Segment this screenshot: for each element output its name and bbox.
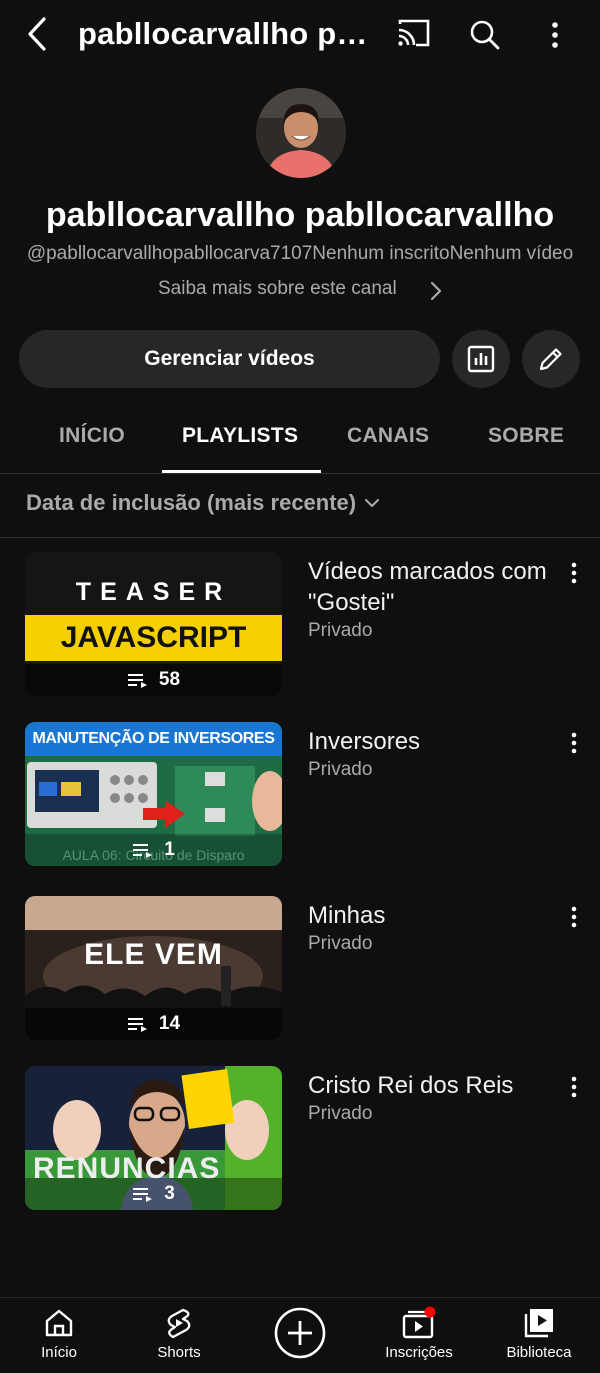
playlist-title[interactable]: Vídeos marcados com "Gostei" [308, 556, 548, 618]
more-vertical-icon[interactable] [565, 558, 583, 588]
playlist-item[interactable]: TEASER JAVASCRIPT 58 Vídeos marcados com… [0, 552, 600, 698]
subscriptions-icon [402, 1306, 436, 1339]
privacy-label: Privado [308, 759, 373, 780]
tab-canais[interactable]: CANAIS [347, 424, 429, 448]
nav-label: Início [41, 1344, 77, 1361]
search-icon[interactable] [466, 16, 504, 54]
edit-channel-button[interactable] [522, 330, 580, 388]
chevron-down-icon [365, 499, 380, 507]
sort-dropdown[interactable]: Data de inclusão (mais recente) [26, 490, 380, 516]
video-count-overlay: 3 [25, 1178, 282, 1210]
channel-meta: @pabllocarvallhopabllocarva7107Nenhum in… [26, 243, 574, 264]
playlist-icon [127, 674, 147, 688]
add-icon [274, 1307, 326, 1359]
pencil-icon [539, 348, 562, 371]
nav-label: Inscrições [385, 1344, 453, 1361]
more-vertical-icon[interactable] [565, 1072, 583, 1102]
thumbnail-text: MANUTENÇÃO DE INVERSORES [25, 722, 282, 756]
more-vertical-icon[interactable] [540, 16, 570, 54]
playlist-item[interactable]: ELE VEM 14 Minhas Privado [0, 896, 600, 1042]
video-count-overlay: 58 [25, 664, 282, 696]
analytics-icon [467, 345, 495, 373]
tab-sobre[interactable]: SOBRE [488, 424, 564, 448]
chevron-right-icon [430, 281, 442, 301]
divider [0, 537, 600, 538]
thumbnail-text: TEASER [75, 578, 232, 606]
active-tab-indicator [162, 470, 321, 473]
analytics-button[interactable] [452, 330, 510, 388]
nav-label: Shorts [157, 1344, 201, 1361]
playlist-icon [133, 1188, 153, 1202]
nav-label: Biblioteca [506, 1344, 572, 1361]
video-count: 14 [158, 1013, 181, 1034]
video-count: 3 [164, 1183, 175, 1204]
privacy-label: Privado [308, 620, 373, 641]
nav-home[interactable]: Início [4, 1306, 114, 1361]
nav-library[interactable]: Biblioteca [484, 1306, 594, 1361]
privacy-label: Privado [308, 933, 373, 954]
playlist-icon [133, 844, 153, 858]
back-icon[interactable] [22, 14, 56, 54]
playlist-thumbnail[interactable]: TEASER JAVASCRIPT 58 [25, 552, 282, 696]
playlist-title[interactable]: Cristo Rei dos Reis [308, 1070, 548, 1101]
top-app-bar: pabllocarvallho pabllocarvallho [0, 0, 600, 72]
create-button[interactable] [245, 1306, 355, 1360]
more-vertical-icon[interactable] [565, 728, 583, 758]
tab-playlists[interactable]: PLAYLISTS [182, 424, 298, 448]
thumbnail-text: ELE VEM [84, 938, 223, 971]
video-count: 1 [164, 839, 175, 860]
video-count-overlay: 1 [25, 834, 282, 866]
nav-subscriptions[interactable]: Inscrições [364, 1306, 474, 1361]
home-icon [45, 1309, 73, 1337]
playlist-item[interactable]: RENUNCIAS 3 Cristo Rei dos Reis Privado [0, 1066, 600, 1212]
playlist-item[interactable]: MANUTENÇÃO DE INVERSORES AULA 06: Circui… [0, 722, 600, 868]
about-channel-link[interactable]: Saiba mais sobre este canal [0, 278, 600, 304]
shorts-icon [167, 1308, 191, 1339]
playlist-icon [127, 1018, 147, 1032]
thumbnail-text: JAVASCRIPT [25, 615, 282, 661]
channel-name: pabllocarvallho pabllocarvallho [45, 196, 555, 234]
playlist-thumbnail[interactable]: MANUTENÇÃO DE INVERSORES AULA 06: Circui… [25, 722, 282, 866]
channel-tabs: INÍCIO PLAYLISTS CANAIS SOBRE [0, 410, 600, 474]
about-channel-label: Saiba mais sobre este canal [158, 278, 397, 299]
privacy-label: Privado [308, 1103, 373, 1124]
video-count: 58 [158, 669, 181, 690]
nav-shorts[interactable]: Shorts [124, 1306, 234, 1361]
bottom-navigation: Início Shorts Inscrições Biblioteca [0, 1297, 600, 1373]
playlist-title[interactable]: Minhas [308, 900, 548, 931]
sort-label: Data de inclusão (mais recente) [26, 490, 357, 515]
playlist-thumbnail[interactable]: RENUNCIAS 3 [25, 1066, 282, 1210]
playlist-title[interactable]: Inversores [308, 726, 548, 757]
video-count-overlay: 14 [25, 1008, 282, 1040]
tab-inicio[interactable]: INÍCIO [59, 424, 125, 448]
manage-videos-button[interactable]: Gerenciar vídeos [19, 330, 440, 388]
library-icon [524, 1309, 553, 1338]
more-vertical-icon[interactable] [565, 902, 583, 932]
avatar[interactable] [256, 88, 346, 178]
playlist-thumbnail[interactable]: ELE VEM 14 [25, 896, 282, 1040]
page-title: pabllocarvallho pabllocarvallho [78, 16, 383, 51]
cast-icon[interactable] [394, 16, 434, 52]
